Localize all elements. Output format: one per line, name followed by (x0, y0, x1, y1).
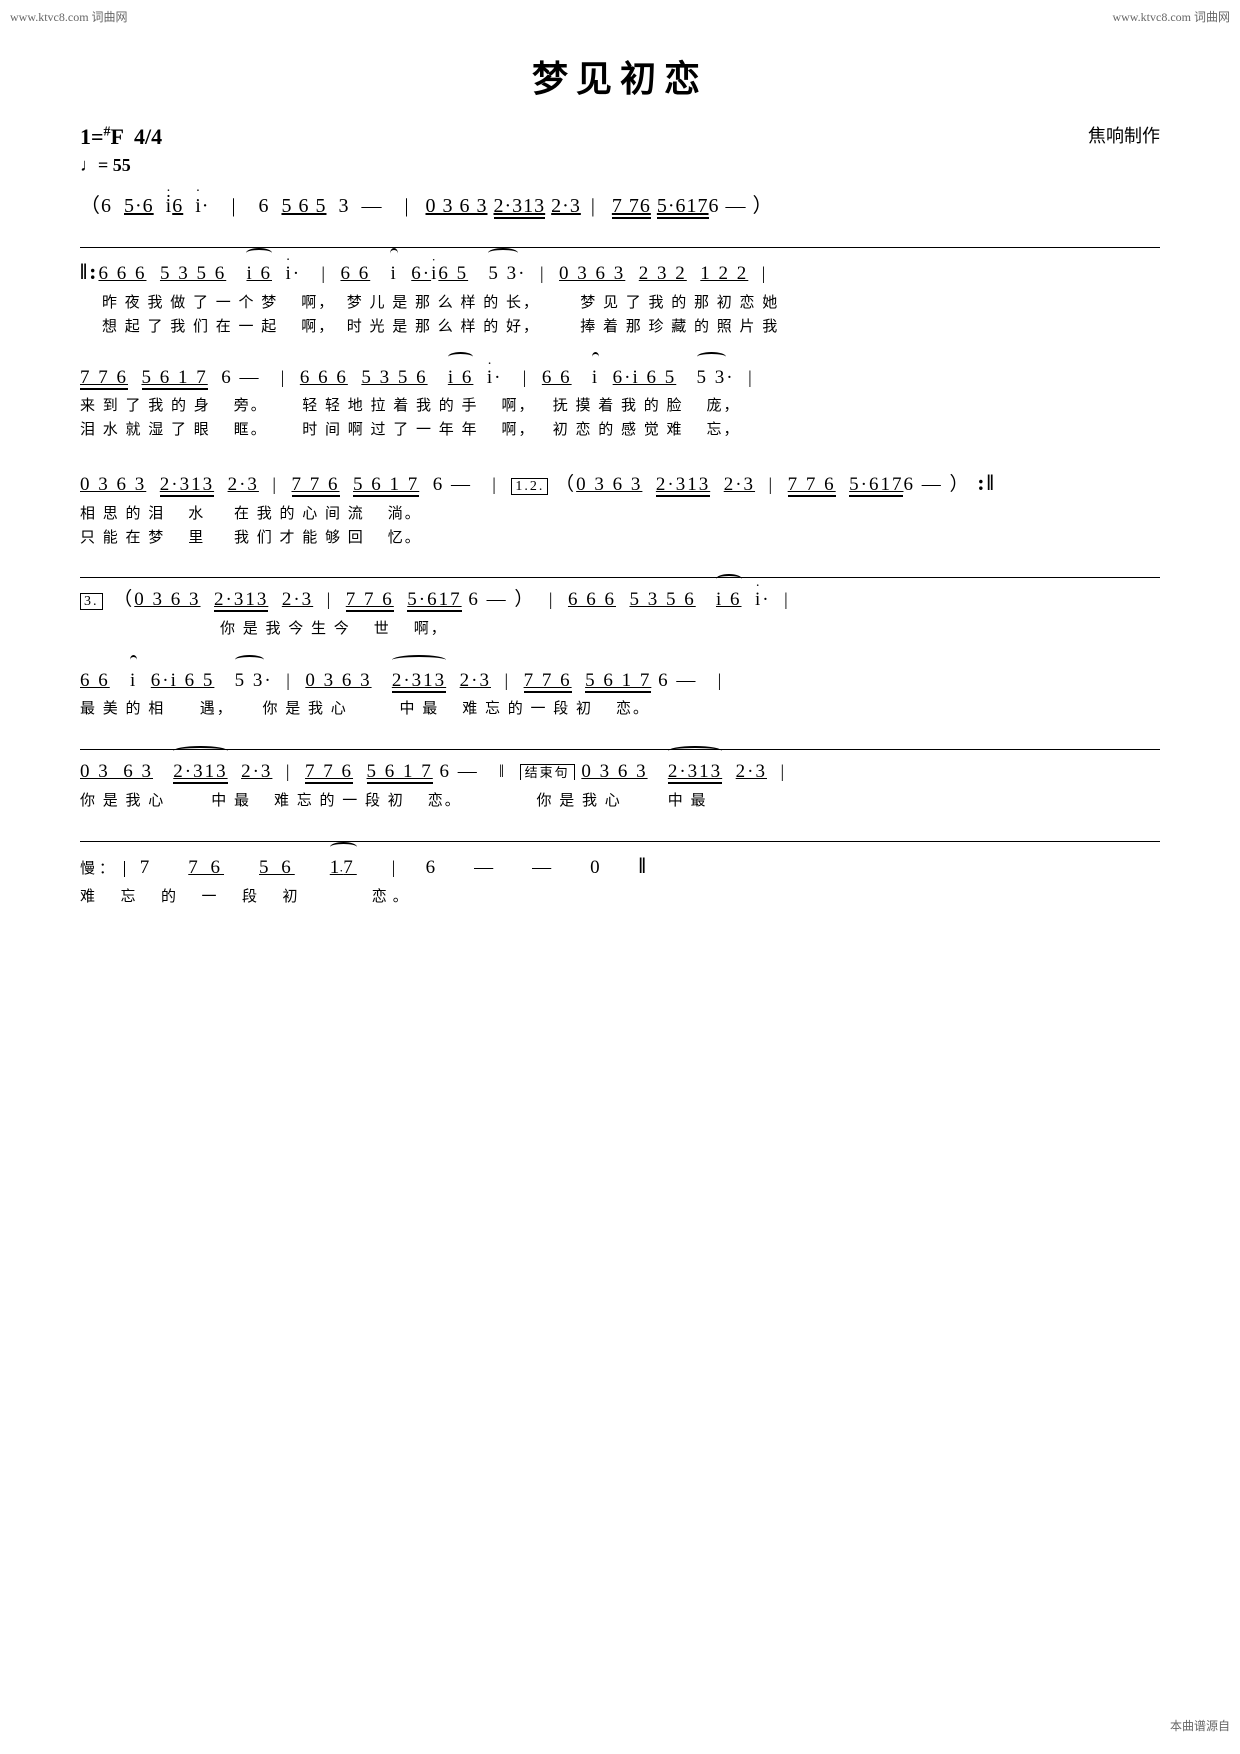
watermark-bottom-right: 本曲谱源自 (1170, 1717, 1230, 1734)
page-title: 梦见初恋 (80, 50, 1160, 102)
section-3: 3. （0 3 6 3 2·313 2·3 | 7 7 6 5·617 6 — … (80, 588, 1160, 641)
section-final: 0 3 6 3 2·313 2·3 | 7 7 6 5 6 1 7 6 — ‖ … (80, 760, 1160, 813)
section-final-lyrics: 你 是 我 心 中 最 难 忘 的 一 段 初 恋。 你 是 我 心 中 最 (80, 789, 1160, 813)
key-info: 1=#F 4/4 ♩= 55 焦响制作 (80, 122, 1160, 178)
key-signature: 1=#F 4/4 ♩= 55 (80, 122, 162, 178)
section-final-notation: 0 3 6 3 2·313 2·3 | 7 7 6 5 6 1 7 6 — ‖ … (80, 760, 1160, 785)
section-1b-lyrics2: 泪 水 就 湿 了 眼 眶。 时 间 啊 过 了 一 年 年 啊， 初 恋 的 … (80, 420, 1160, 441)
section-1c: 0 3 6 3 2·313 2·3 | 7 7 6 5 6 1 7 6 — | … (80, 469, 1160, 549)
intro-notation: （6 5·6 i·6 i·· | 6 5 6 5 3 — | 0 3 6 3 2… (80, 193, 1160, 219)
section-3b: 6 6 i 6·i 6 5 5 3 · | 0 3 6 3 2·313 2·3 … (80, 669, 1160, 722)
section-3-notation: 3. （0 3 6 3 2·313 2·3 | 7 7 6 5·617 6 — … (80, 588, 1160, 613)
section-3b-lyrics: 最 美 的 相 遇， 你 是 我 心 中 最 难 忘 的 一 段 初 恋。 (80, 697, 1160, 721)
watermark-top-right: www.ktvc8.com 词曲网 (1112, 8, 1230, 25)
section-3b-notation: 6 6 i 6·i 6 5 5 3 · | 0 3 6 3 2·313 2·3 … (80, 669, 1160, 694)
section-1-lyrics2: 想 起 了 我 们 在 一 起 啊， 时 光 是 那 么 样 的 好， 捧 着 … (80, 317, 1160, 338)
author: 焦响制作 (1088, 122, 1160, 148)
section-slow-lyrics: 难 忘 的 一 段 初 恋。 (80, 885, 1160, 909)
section-1b: 7 7 6 5 6 1 7 6 — | 6 6 6 5 3 5 6 i 6 i·… (80, 366, 1160, 442)
section-1-lyrics1: 昨 夜 我 做 了 一 个 梦 啊， 梦 儿 是 那 么 样 的 长， 梦 见 … (80, 291, 1160, 315)
section-1b-lyrics1: 来 到 了 我 的 身 旁。 轻 轻 地 拉 着 我 的 手 啊， 抚 摸 着 … (80, 394, 1160, 418)
section-3-lyrics: 你 是 我 今 生 今 世 啊， (80, 617, 1160, 641)
section-1c-notation: 0 3 6 3 2·313 2·3 | 7 7 6 5 6 1 7 6 — | … (80, 469, 1160, 498)
section-1-notation: ‖:6 6 6 5 3 5 6 i 6 i·· | 6 6 i 6·i·6 5 … (80, 258, 1160, 287)
section-slow: 慢： 7 7 6 5 6 1·7 | 6 — — 0 ‖ 难 忘 的 一 段 初… (80, 852, 1160, 909)
section-1c-lyrics2: 只 能 在 梦 里 我 们 才 能 够 回 忆。 (80, 528, 1160, 549)
section-slow-notation: 慢： 7 7 6 5 6 1·7 | 6 — — 0 ‖ (80, 852, 1160, 881)
section-1b-notation: 7 7 6 5 6 1 7 6 — | 6 6 6 5 3 5 6 i 6 i·… (80, 366, 1160, 391)
section-1c-lyrics1: 相 思 的 泪 水 在 我 的 心 间 流 淌。 (80, 502, 1160, 526)
section-1: ‖:6 6 6 5 3 5 6 i 6 i·· | 6 6 i 6·i·6 5 … (80, 258, 1160, 338)
intro-section: （6 5·6 i·6 i·· | 6 5 6 5 3 — | 0 3 6 3 2… (80, 193, 1160, 219)
watermark-top-left: www.ktvc8.com 词曲网 (10, 8, 128, 25)
